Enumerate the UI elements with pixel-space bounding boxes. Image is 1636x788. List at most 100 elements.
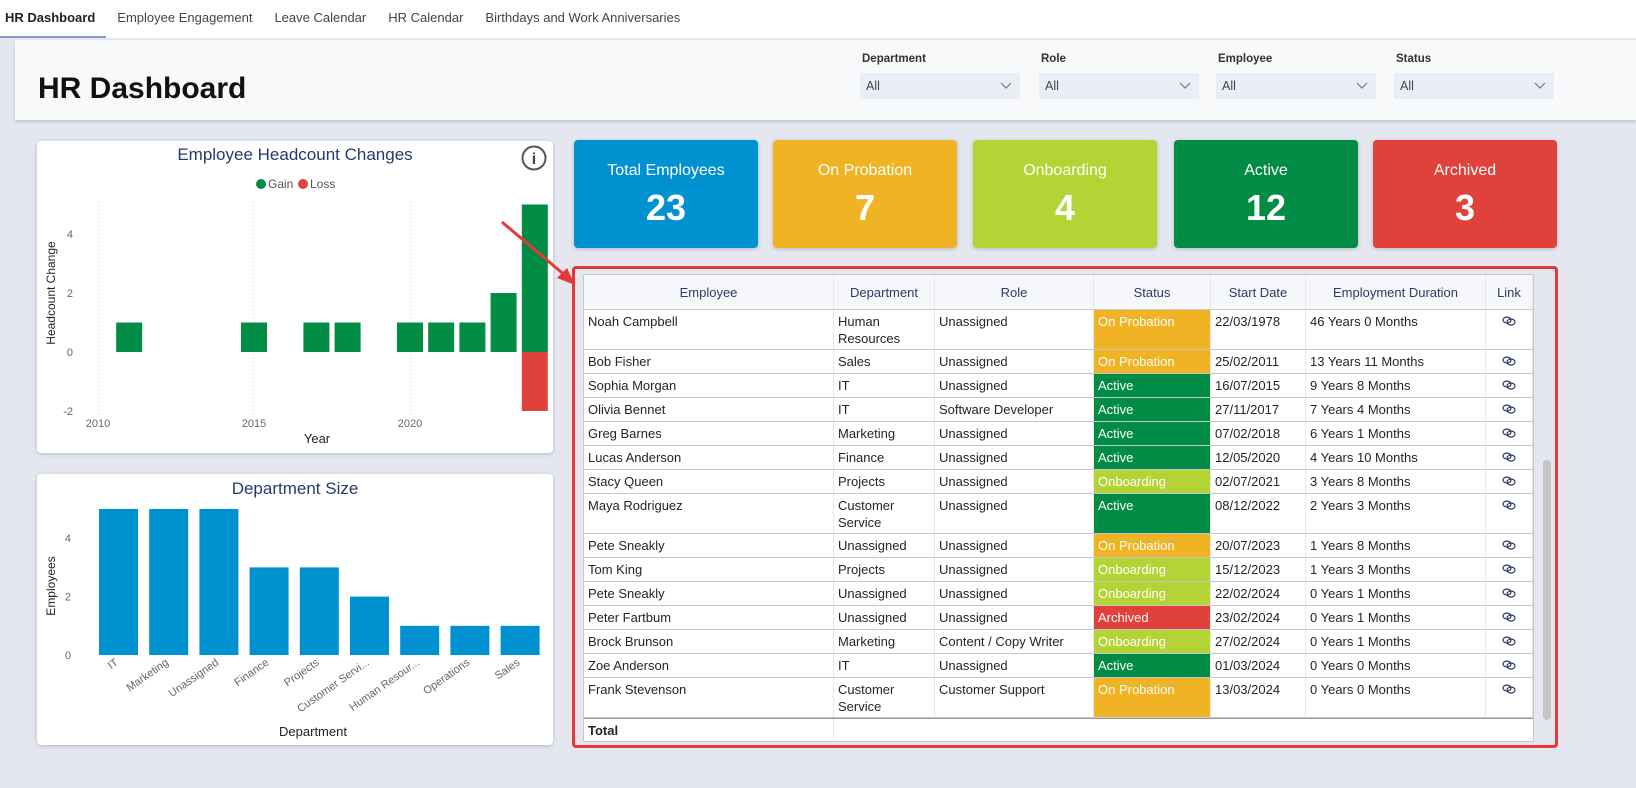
y-tick-label: 0 — [67, 347, 73, 359]
role-cell: Unassigned — [935, 606, 1094, 629]
table-header-row: Employee Department Role Status Start Date Em… — [584, 275, 1533, 310]
status-cell: Active — [1094, 422, 1211, 445]
filter-employee: Employee All — [1216, 53, 1376, 99]
link-icon[interactable] — [1502, 356, 1516, 366]
legend-marker-loss — [298, 179, 308, 189]
role-cell: Software Developer — [935, 398, 1094, 421]
kpi-card-total-employees[interactable]: Total Employees 23 — [574, 140, 758, 248]
link-icon[interactable] — [1502, 316, 1516, 326]
link-icon[interactable] — [1502, 660, 1516, 670]
table-row: Maya Rodriguez Customer Service Unassigned… — [584, 494, 1533, 534]
link-cell — [1486, 558, 1533, 581]
report-tabs: HR Dashboard Employee Engagement Leave C… — [0, 0, 1636, 38]
kpi-card-on-probation[interactable]: On Probation 7 — [773, 140, 957, 248]
bar-gain-2021 — [428, 322, 455, 352]
table-row: Bob Fisher Sales Unassigned On Probation 25/… — [584, 350, 1533, 374]
column-header-employment-duration[interactable]: Employment Duration — [1306, 275, 1486, 309]
x-tick-label: 2020 — [398, 418, 422, 430]
column-header-employee[interactable]: Employee — [584, 275, 834, 309]
link-icon[interactable] — [1502, 404, 1516, 414]
status-cell: Active — [1094, 494, 1211, 533]
filter-value: All — [866, 79, 880, 93]
scrollbar-thumb[interactable] — [1543, 460, 1551, 720]
status-cell: Active — [1094, 654, 1211, 677]
employee-cell: Maya Rodriguez — [584, 494, 834, 533]
filter-dropdown[interactable]: All — [1216, 73, 1376, 99]
department-size-card: Department Size 0 2 4 IT Marketing Unassigned… — [37, 474, 553, 745]
link-cell — [1486, 350, 1533, 373]
filter-dropdown[interactable]: All — [860, 73, 1020, 99]
department-cell: Marketing — [834, 422, 935, 445]
department-cell: Projects — [834, 558, 935, 581]
y-tick-label: 4 — [67, 229, 73, 241]
link-cell — [1486, 310, 1533, 349]
link-cell — [1486, 422, 1533, 445]
link-icon[interactable] — [1502, 452, 1516, 462]
link-cell — [1486, 654, 1533, 677]
tab-leave-calendar[interactable]: Leave Calendar — [263, 0, 377, 38]
kpi-card-active[interactable]: Active 12 — [1174, 140, 1358, 248]
table-scrollbar[interactable] — [1543, 310, 1551, 720]
link-icon[interactable] — [1502, 500, 1516, 510]
link-icon[interactable] — [1502, 684, 1516, 694]
total-row: Total — [584, 718, 1533, 742]
role-cell: Unassigned — [935, 534, 1094, 557]
filter-label: Status — [1396, 53, 1432, 65]
department-cell: Finance — [834, 446, 935, 469]
y-axis-title: Employees — [44, 556, 58, 615]
link-icon[interactable] — [1502, 564, 1516, 574]
bar-unassigned — [199, 509, 239, 655]
tab-hr-calendar[interactable]: HR Calendar — [377, 0, 474, 38]
kpi-value: 3 — [1454, 187, 1476, 228]
link-cell — [1486, 678, 1533, 717]
kpi-label: On Probation — [817, 162, 913, 179]
kpi-label: Archived — [1433, 162, 1497, 179]
filter-status: Status All — [1394, 53, 1554, 99]
column-header-role[interactable]: Role — [935, 275, 1094, 309]
table-row: Greg Barnes Marketing Unassigned Active 07/0… — [584, 422, 1533, 446]
bar-gain-2017 — [303, 322, 330, 352]
tab-hr-dashboard[interactable]: HR Dashboard — [0, 0, 107, 38]
link-icon[interactable] — [1502, 588, 1516, 598]
link-icon[interactable] — [1502, 636, 1516, 646]
link-icon[interactable] — [1502, 428, 1516, 438]
filter-dropdown[interactable]: All — [1039, 73, 1199, 99]
tab-birthdays[interactable]: Birthdays and Work Anniversaries — [474, 0, 691, 38]
column-header-status[interactable]: Status — [1094, 275, 1211, 309]
column-header-start-date[interactable]: Start Date — [1211, 275, 1306, 309]
link-icon[interactable] — [1502, 476, 1516, 486]
status-cell: On Probation — [1094, 678, 1211, 717]
start-date-cell: 27/11/2017 — [1211, 398, 1306, 421]
link-icon[interactable] — [1502, 540, 1516, 550]
link-icon[interactable] — [1502, 612, 1516, 622]
start-date-cell: 07/02/2018 — [1211, 422, 1306, 445]
page-title: HR Dashboard — [38, 72, 247, 105]
kpi-value: 4 — [1054, 187, 1076, 228]
filter-dropdown[interactable]: All — [1394, 73, 1554, 99]
duration-cell: 46 Years 0 Months — [1306, 310, 1486, 349]
start-date-cell: 13/03/2024 — [1211, 678, 1306, 717]
x-tick-label: Unassigned — [167, 657, 221, 700]
column-header-link[interactable]: Link — [1486, 275, 1533, 309]
legend-label-loss: Loss — [310, 177, 335, 191]
column-header-department[interactable]: Department — [834, 275, 935, 309]
table-row: Peter Fartbum Unassigned Unassigned Archive… — [584, 606, 1533, 630]
department-size-chart: 024IT MarketingUnassigned Finance ProjectsC… — [44, 509, 540, 739]
y-tick-label: -2 — [63, 406, 73, 418]
table-row: Tom King Projects Unassigned Onboarding 15/1… — [584, 558, 1533, 582]
bar-operations — [450, 625, 490, 655]
link-icon[interactable] — [1502, 380, 1516, 390]
department-cell: IT — [834, 374, 935, 397]
employee-cell: Zoe Anderson — [584, 654, 834, 677]
duration-cell: 1 Years 8 Months — [1306, 534, 1486, 557]
kpi-card-onboarding[interactable]: Onboarding 4 — [973, 140, 1157, 248]
employee-cell: Peter Fartbum — [584, 606, 834, 629]
bar-gain-2023 — [490, 293, 517, 352]
duration-cell: 0 Years 1 Months — [1306, 582, 1486, 605]
status-cell: Onboarding — [1094, 470, 1211, 493]
start-date-cell: 01/03/2024 — [1211, 654, 1306, 677]
tab-employee-engagement[interactable]: Employee Engagement — [106, 0, 263, 38]
kpi-card-archived[interactable]: Archived 3 — [1373, 140, 1557, 248]
role-cell: Unassigned — [935, 558, 1094, 581]
department-cell: IT — [834, 654, 935, 677]
